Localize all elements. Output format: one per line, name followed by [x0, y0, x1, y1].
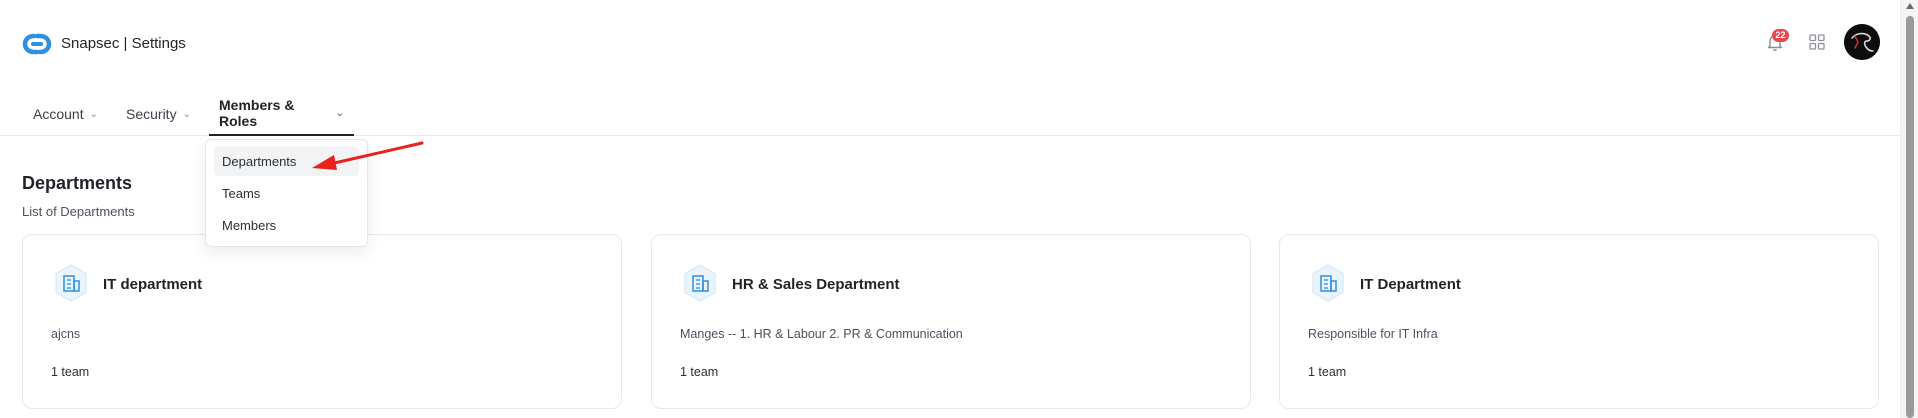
settings-tabs: Account ⌄ Security ⌄ Members & Roles ⌄ [0, 92, 1900, 136]
tab-security[interactable]: Security ⌄ [116, 92, 201, 136]
tab-label: Account [33, 106, 84, 122]
building-icon [684, 264, 716, 302]
department-team-count: 1 team [680, 365, 719, 379]
top-header: Snapsec | Settings 22 [0, 0, 1900, 86]
annotation-arrow-icon [312, 141, 424, 170]
notification-badge: 22 [1772, 29, 1789, 42]
chevron-down-icon: ⌄ [335, 107, 344, 119]
tab-account[interactable]: Account ⌄ [23, 92, 108, 136]
menu-item-members[interactable]: Members [214, 210, 359, 240]
tab-label: Members & Roles [219, 97, 295, 129]
avatar-image-icon [1844, 24, 1880, 60]
department-name: IT Department [1360, 276, 1461, 293]
building-icon [55, 264, 87, 302]
chevron-down-icon: ⌄ [182, 108, 191, 120]
user-avatar[interactable] [1844, 24, 1880, 60]
chevron-down-icon: ⌄ [89, 108, 98, 120]
department-name: HR & Sales Department [732, 276, 900, 293]
department-team-count: 1 team [1308, 365, 1347, 379]
scroll-up-arrow-icon[interactable] [1906, 3, 1914, 9]
department-card[interactable]: IT Department Responsible for IT Infra 1… [1279, 234, 1879, 409]
snapsec-logo-icon[interactable] [21, 30, 53, 58]
tab-label: Security [126, 106, 177, 122]
app-title: Snapsec | Settings [61, 35, 186, 52]
department-description: Manges -- 1. HR & Labour 2. PR & Communi… [680, 327, 963, 341]
department-description: Responsible for IT Infra [1308, 327, 1438, 341]
menu-item-teams[interactable]: Teams [214, 178, 359, 208]
building-icon [1312, 264, 1344, 302]
vertical-scrollbar[interactable] [1900, 0, 1918, 418]
department-description: ajcns [51, 327, 81, 341]
department-team-count: 1 team [51, 365, 90, 379]
page-title: Departments [22, 173, 133, 193]
scrollbar-thumb[interactable] [1906, 16, 1914, 418]
department-name: IT department [103, 276, 203, 293]
department-card[interactable]: HR & Sales Department Manges -- 1. HR & … [651, 234, 1251, 409]
department-card[interactable]: IT department ajcns 1 team [22, 234, 622, 409]
apps-grid-icon[interactable] [1808, 33, 1826, 51]
tab-members-roles[interactable]: Members & Roles ⌄ [209, 92, 354, 136]
page-subtitle: List of Departments [22, 204, 135, 219]
